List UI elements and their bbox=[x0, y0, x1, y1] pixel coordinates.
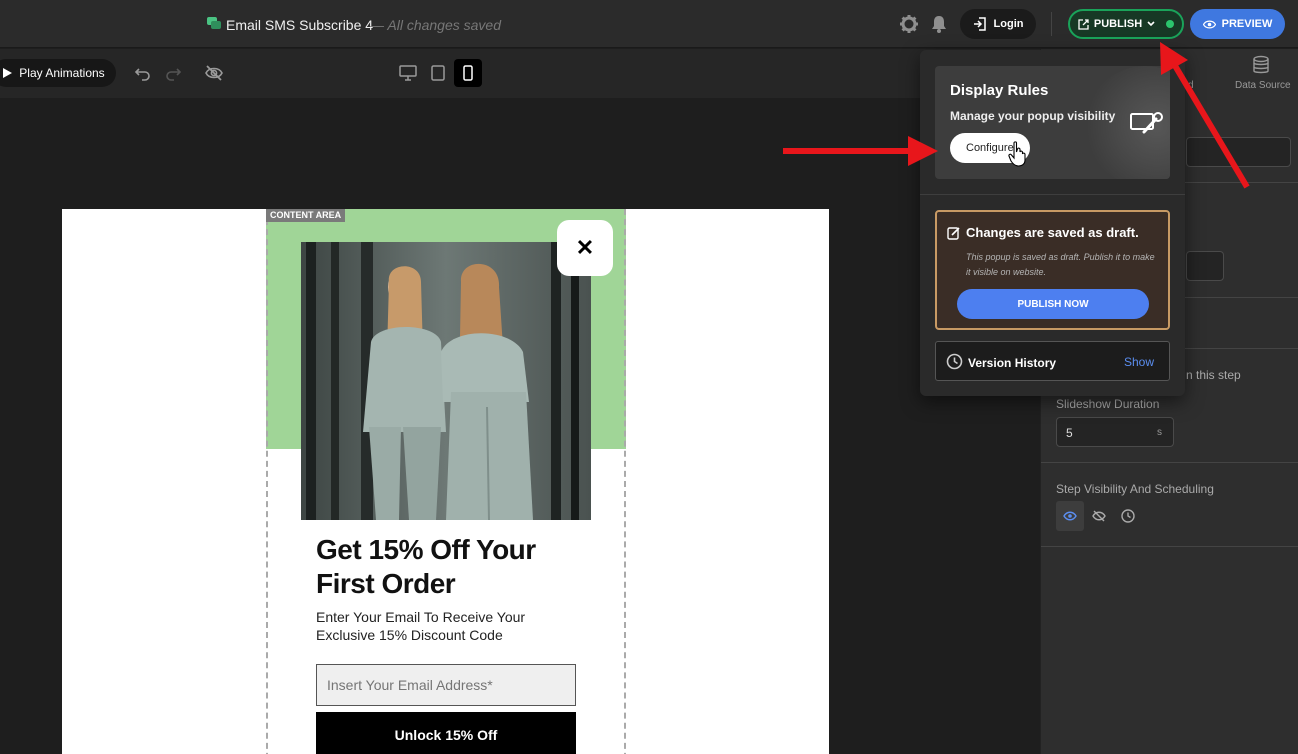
status-dot bbox=[1166, 20, 1175, 28]
publish-button[interactable]: PUBLISH bbox=[1068, 9, 1184, 39]
play-icon bbox=[3, 68, 13, 78]
arrow-to-configure bbox=[783, 136, 938, 166]
close-icon: ✕ bbox=[575, 235, 595, 260]
top-bar: Email SMS Subscribe 4 — All changes save… bbox=[0, 0, 1298, 48]
chevron-down-icon bbox=[1147, 21, 1155, 27]
edit-note-icon bbox=[947, 227, 960, 240]
document-title[interactable]: Email SMS Subscribe 4 bbox=[226, 17, 373, 33]
popup-icon bbox=[207, 17, 221, 29]
slideshow-duration-value: 5 bbox=[1066, 426, 1073, 440]
display-rules-title: Display Rules bbox=[950, 82, 1049, 99]
mobile-icon bbox=[463, 65, 473, 81]
hand-cursor-icon bbox=[1008, 141, 1026, 167]
login-label: Login bbox=[993, 18, 1024, 30]
visibility-label: Step Visibility And Scheduling bbox=[1056, 482, 1214, 496]
publish-now-button[interactable]: PUBLISH NOW bbox=[957, 289, 1149, 319]
slideshow-duration-label: Slideshow Duration bbox=[1056, 397, 1160, 411]
save-status: — All changes saved bbox=[370, 17, 501, 33]
preview-label: PREVIEW bbox=[1221, 18, 1273, 30]
step-option-label: n this step bbox=[1186, 368, 1241, 382]
clock-icon bbox=[1121, 509, 1135, 523]
property-field[interactable] bbox=[1186, 251, 1224, 281]
redo-icon[interactable] bbox=[163, 63, 183, 83]
divider bbox=[920, 194, 1185, 195]
login-button[interactable]: Login bbox=[960, 9, 1036, 39]
version-history-label: Version History bbox=[968, 356, 1057, 370]
version-history-show-link[interactable]: Show bbox=[1124, 355, 1154, 369]
mobile-view-button[interactable] bbox=[454, 59, 482, 87]
gear-icon[interactable] bbox=[899, 14, 919, 34]
undo-icon[interactable] bbox=[133, 63, 153, 83]
popup-headline[interactable]: Get 15% Off Your First Order bbox=[316, 533, 576, 601]
display-rules-subtitle: Manage your popup visibility bbox=[950, 109, 1116, 123]
login-icon bbox=[973, 17, 986, 31]
popup-image[interactable] bbox=[301, 242, 591, 520]
external-link-icon bbox=[1078, 18, 1089, 30]
schedule-toggle[interactable] bbox=[1114, 501, 1142, 531]
play-animations-button[interactable]: Play Animations bbox=[0, 59, 116, 87]
editor-toolbar: Play Animations bbox=[0, 49, 1040, 98]
eye-off-icon bbox=[1092, 510, 1106, 522]
draft-description: This popup is saved as draft. Publish it… bbox=[966, 252, 1155, 277]
divider bbox=[1051, 12, 1052, 36]
slideshow-duration-unit: s bbox=[1157, 427, 1162, 438]
preview-button[interactable]: PREVIEW bbox=[1190, 9, 1285, 39]
hidden-toggle[interactable] bbox=[1085, 501, 1113, 531]
database-icon[interactable] bbox=[1251, 55, 1271, 75]
slideshow-duration-input[interactable]: 5 s bbox=[1056, 417, 1174, 447]
popup-close-button[interactable]: ✕ bbox=[557, 220, 613, 276]
divider bbox=[1041, 546, 1298, 547]
email-input[interactable] bbox=[316, 664, 576, 706]
play-animations-label: Play Animations bbox=[19, 66, 105, 80]
property-field[interactable] bbox=[1186, 137, 1291, 167]
unlock-button[interactable]: Unlock 15% Off bbox=[316, 712, 576, 754]
publish-label: PUBLISH bbox=[1093, 18, 1143, 30]
history-icon bbox=[946, 353, 963, 370]
eye-icon bbox=[1063, 511, 1077, 521]
visible-toggle[interactable] bbox=[1056, 501, 1084, 531]
eye-off-icon[interactable] bbox=[204, 63, 224, 83]
desktop-icon bbox=[399, 65, 417, 81]
tab-data-source[interactable]: Data Source bbox=[1235, 80, 1291, 91]
content-area-tag: CONTENT AREA bbox=[266, 209, 346, 222]
divider bbox=[1041, 462, 1298, 463]
desktop-view-button[interactable] bbox=[394, 59, 422, 87]
eye-icon bbox=[1202, 20, 1216, 28]
tab-partial[interactable]: d bbox=[1188, 80, 1194, 91]
bell-icon[interactable] bbox=[929, 14, 949, 34]
popup-subtext[interactable]: Enter Your Email To Receive Your Exclusi… bbox=[316, 608, 586, 644]
tablet-view-button[interactable] bbox=[424, 59, 452, 87]
tablet-icon bbox=[431, 65, 445, 81]
settings-wrench-icon bbox=[1130, 112, 1163, 134]
draft-title: Changes are saved as draft. bbox=[966, 225, 1139, 240]
